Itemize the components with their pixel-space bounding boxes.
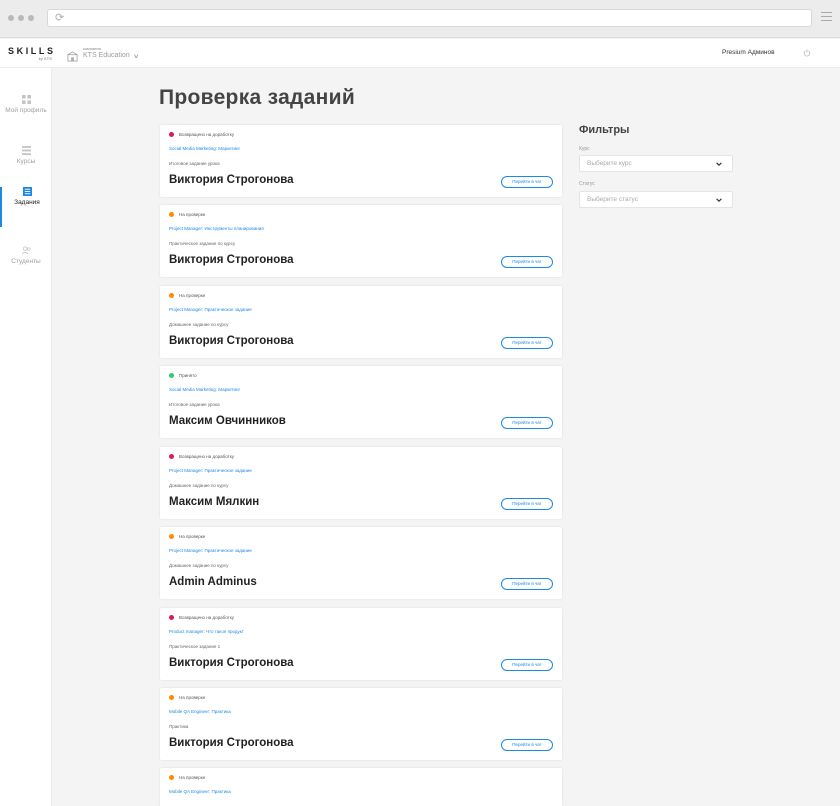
task-name: Домашнее задание по курсу [169, 322, 229, 327]
go-to-chat-button[interactable]: Перейти в чат [501, 659, 553, 671]
building-icon [67, 51, 78, 62]
sidebar-item-label: Курсы [16, 158, 36, 165]
status-badge: На проверке [169, 212, 205, 217]
users-icon [21, 246, 30, 255]
status-badge: Возвращено на доработку [169, 132, 234, 137]
skills-logo[interactable]: SKILLS by KTS [8, 46, 53, 61]
sidebar-item-courses[interactable]: Курсы [0, 146, 52, 186]
go-to-chat-button[interactable]: Перейти в чат [501, 498, 553, 510]
close-window-dot[interactable] [8, 15, 14, 21]
minimize-window-dot[interactable] [18, 15, 24, 21]
student-name: Admin Adminus [169, 576, 257, 588]
browser-menu-icon[interactable] [821, 12, 832, 22]
chevron-down-icon [716, 198, 722, 202]
status-dot [169, 212, 174, 217]
task-card: Возвращено на доработку Social Media Mar… [160, 125, 562, 197]
course-filter-label: Курс [579, 146, 590, 152]
sidebar-item-profile[interactable]: Мой профиль [0, 95, 52, 135]
student-name: Максим Мялкин [169, 496, 260, 508]
status-badge: Принято [169, 373, 197, 378]
status-dot [169, 775, 174, 780]
browser-chrome: ⟳ [0, 0, 840, 38]
sidebar-item-tasks[interactable]: Задания [0, 187, 52, 227]
course-link[interactable]: Social Media Marketing: Маркетинг [169, 146, 240, 151]
student-name: Виктория Строгонова [169, 254, 294, 266]
reload-icon[interactable]: ⟳ [55, 12, 64, 24]
task-name: Итоговое задание урока [169, 402, 220, 407]
student-name: Виктория Строгонова [169, 737, 294, 749]
task-name: Практика [169, 724, 189, 729]
go-to-chat-button[interactable]: Перейти в чат [501, 417, 553, 429]
student-name: Виктория Строгонова [169, 657, 294, 669]
window-controls [8, 15, 34, 21]
status-dot [169, 615, 174, 620]
task-card: На проверке Mobile QA Engineer: Практика [160, 768, 562, 806]
app-header: SKILLS by KTS компания KTS Education ∨ P… [0, 39, 840, 68]
task-card: На проверке Mobile QA Engineer: Практика… [160, 688, 562, 760]
go-to-chat-button[interactable]: Перейти в чат [501, 337, 553, 349]
task-card: Возвращено на доработку Project Manager:… [160, 447, 562, 519]
course-link[interactable]: Social Media Marketing: Маркетинг [169, 387, 240, 392]
dashboard-icon [21, 95, 31, 104]
sidebar-item-label: Студенты [11, 258, 41, 265]
status-dot [169, 454, 174, 459]
task-name: Домашнее задание по курсу [169, 563, 229, 568]
task-card: На проверке Project Manager: Практическо… [160, 286, 562, 358]
status-filter-placeholder: Выберите статус [587, 196, 638, 203]
tasks-icon [22, 187, 32, 196]
course-link[interactable]: Project Manager: Практическое задание [169, 307, 252, 312]
go-to-chat-button[interactable]: Перейти в чат [501, 176, 553, 188]
chevron-down-icon: ∨ [132, 54, 140, 60]
address-bar[interactable]: ⟳ [47, 9, 812, 27]
page-title: Проверка заданий [159, 86, 356, 109]
go-to-chat-button[interactable]: Перейти в чат [501, 578, 553, 590]
status-badge: Возвращено на доработку [169, 454, 234, 459]
go-to-chat-button[interactable]: Перейти в чат [501, 256, 553, 268]
status-filter-select[interactable]: Выберите статус [579, 191, 733, 208]
task-name: Домашнее задание по курсу [169, 483, 229, 488]
status-dot [169, 695, 174, 700]
logout-icon[interactable] [803, 49, 811, 57]
company-name: KTS Education [83, 52, 130, 59]
task-card: Возвращено на доработку Product manager:… [160, 608, 562, 680]
course-link[interactable]: Project Manager: Практическое задание [169, 468, 252, 473]
status-badge: На проверке [169, 775, 205, 780]
course-link[interactable]: Product manager: Что такое продукт [169, 629, 244, 634]
user-name[interactable]: Presium Админов [722, 49, 775, 56]
sidebar-item-students[interactable]: Студенты [0, 246, 52, 286]
task-name: Практическое задание 1 [169, 644, 221, 649]
status-badge: На проверке [169, 695, 205, 700]
status-badge: На проверке [169, 293, 205, 298]
status-filter-label: Статус [579, 181, 595, 187]
course-filter-select[interactable]: Выберите курс [579, 155, 733, 172]
status-dot [169, 293, 174, 298]
status-badge: Возвращено на доработку [169, 615, 234, 620]
student-name: Виктория Строгонова [169, 174, 294, 186]
course-link[interactable]: Project Manager: Инструменты планировани… [169, 226, 264, 231]
student-name: Виктория Строгонова [169, 335, 294, 347]
task-card: На проверке Project Manager: Инструменты… [160, 205, 562, 277]
course-link[interactable]: Project Manager: Практическое задание [169, 548, 252, 553]
sidebar-item-label: Мой профиль [5, 107, 47, 114]
status-dot [169, 534, 174, 539]
chevron-down-icon [716, 162, 722, 166]
maximize-window-dot[interactable] [28, 15, 34, 21]
status-dot [169, 373, 174, 378]
course-link[interactable]: Mobile QA Engineer: Практика [169, 789, 231, 794]
task-name: Итоговое задание урока [169, 161, 220, 166]
sidebar-item-label: Задания [14, 199, 40, 206]
status-dot [169, 132, 174, 137]
list-icon [21, 146, 31, 155]
company-switcher[interactable]: компания KTS Education ∨ [67, 46, 140, 62]
task-card: На проверке Project Manager: Практическо… [160, 527, 562, 599]
task-name: Практическое задание по курсу [169, 241, 236, 246]
status-badge: На проверке [169, 534, 205, 539]
task-card: Принято Social Media Marketing: Маркетин… [160, 366, 562, 438]
sidebar: Мой профиль Курсы Задания Студенты [0, 68, 52, 806]
filters-title: Фильтры [579, 124, 630, 136]
go-to-chat-button[interactable]: Перейти в чат [501, 739, 553, 751]
student-name: Максим Овчинников [169, 415, 286, 427]
course-link[interactable]: Mobile QA Engineer: Практика [169, 709, 231, 714]
course-filter-placeholder: Выберите курс [587, 160, 632, 167]
